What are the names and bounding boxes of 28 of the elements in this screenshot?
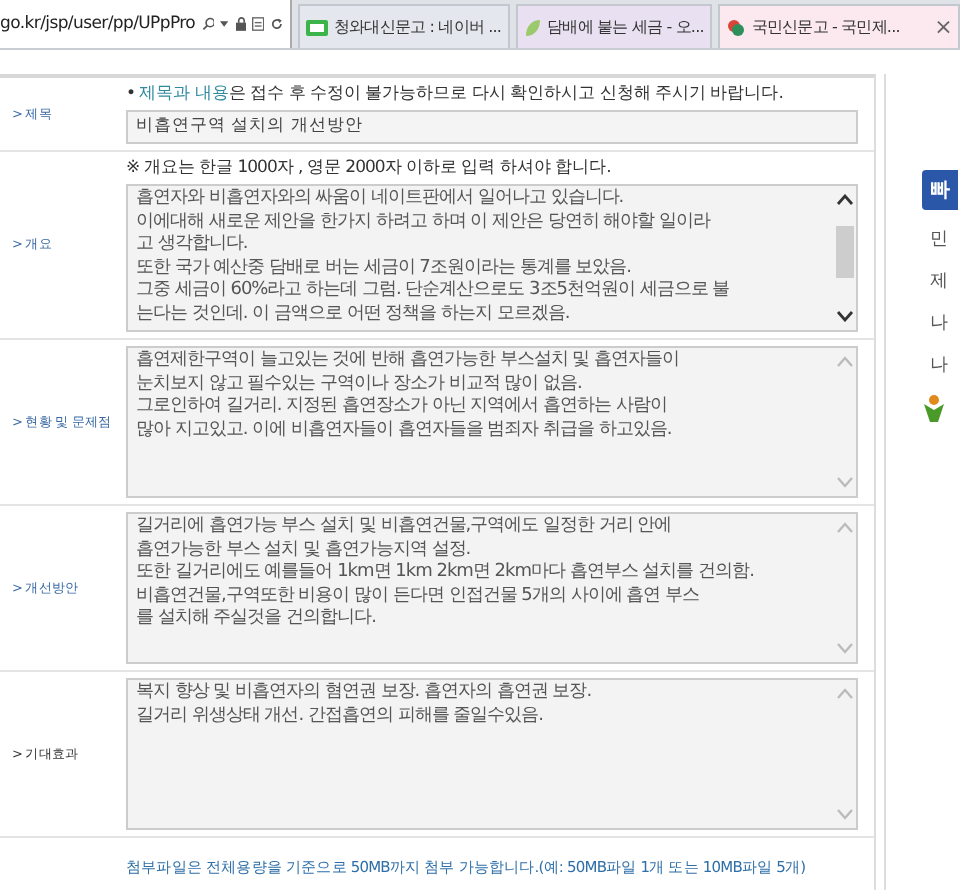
title-input[interactable]: 비흡연구역 설치의 개선방안 [126,110,858,144]
side-item[interactable]: 제 [922,268,948,294]
search-icon[interactable] [201,14,215,34]
figure-icon [922,394,946,422]
text-area[interactable]: 길거리에 흡연가능 부스 설치 및 비흡연건물,구역에도 일정한 거리 안에 흡연가능한 부스 설치 및 흡연가능지역 설정. 또한 길거리에도 예를들어 1km면 1km 2km면 2km마다 흡연부스 설치를 건의함. 비흡연건물,구역또한 비용이 많이 든다면 인접건물 5개의 사이에 흡연 부스 를 설치해 주실것을 건의합니다. [126,512,858,664]
page-icon[interactable] [252,14,265,34]
flower-icon [725,17,746,37]
side-item[interactable]: 민 [922,226,948,252]
lock-icon[interactable] [235,14,246,34]
browser-tab[interactable]: 국민신문고 - 국민제... × [717,4,960,48]
address-text: go.kr/jsp/user/pp/UPpPro [0,14,196,34]
side-tab[interactable]: 빠 [922,170,958,210]
notice-text: • 제목과 내용은 접수 후 수정이 불가능하므로 다시 확인하시고 신청해 주시기 바랍니다. [126,84,785,106]
side-item[interactable]: 나 [922,352,948,378]
text-area[interactable]: 복지 향상 및 비흡연자의 혐연권 보장. 흡연자의 흡연권 보장. 길거리 위생상태 개선. 간접흡연의 피해를 줄일수있음. [126,678,858,830]
text-area[interactable]: 흡연제한구역이 늘고있는 것에 반해 흡연가능한 부스설치 및 흡연자들이 눈치보지 않고 필수있는 구역이나 장소가 비교적 많이 없음. 그로인하여 길거리. 지정된 흡연장소가 아닌 지역에서 흡연하는 사람이 많아 지고있고. 이에 비흡연자들이 흡연자들을 범죄자 취급을 하고있음. [126,346,858,498]
leaf-icon [523,17,542,37]
note-text: ※ 개요는 한글 1000자 , 영문 2000자 이하로 입력 하셔야 합니다. [126,158,613,180]
scrollbar[interactable] [834,194,854,322]
browser-tab[interactable]: 청와대신문고 : 네이버 ... [298,4,510,48]
side-item[interactable]: 나 [922,310,948,336]
text-area[interactable]: 흡연자와 비흡연자와의 싸움이 네이트판에서 일어나고 있습니다. 이에대해 새로운 제안을 한가지 하려고 하며 이 제안은 당연히 해야할 일이라 고 생각합니다. 또한 국가 예산중 담배로 버는 세금이 7조원이라는 통계를 보았음. 그중 세금이 60%라고 하는데 그럼. 단순계산으로도 3조5천억원이 세금으로 불 는다는 것인데. 이 금액으로 어떤 정책을 하는지 모르겠음. [126,184,858,332]
close-tab-button[interactable]: × [934,14,952,40]
address-bar[interactable]: go.kr/jsp/user/pp/UPpPro [0,0,292,48]
browser-tab[interactable]: 담배에 붙는 세금 - 오... [515,4,712,48]
refresh-icon[interactable] [270,14,284,34]
tab-icon [306,19,328,35]
caret-icon[interactable] [220,20,230,28]
